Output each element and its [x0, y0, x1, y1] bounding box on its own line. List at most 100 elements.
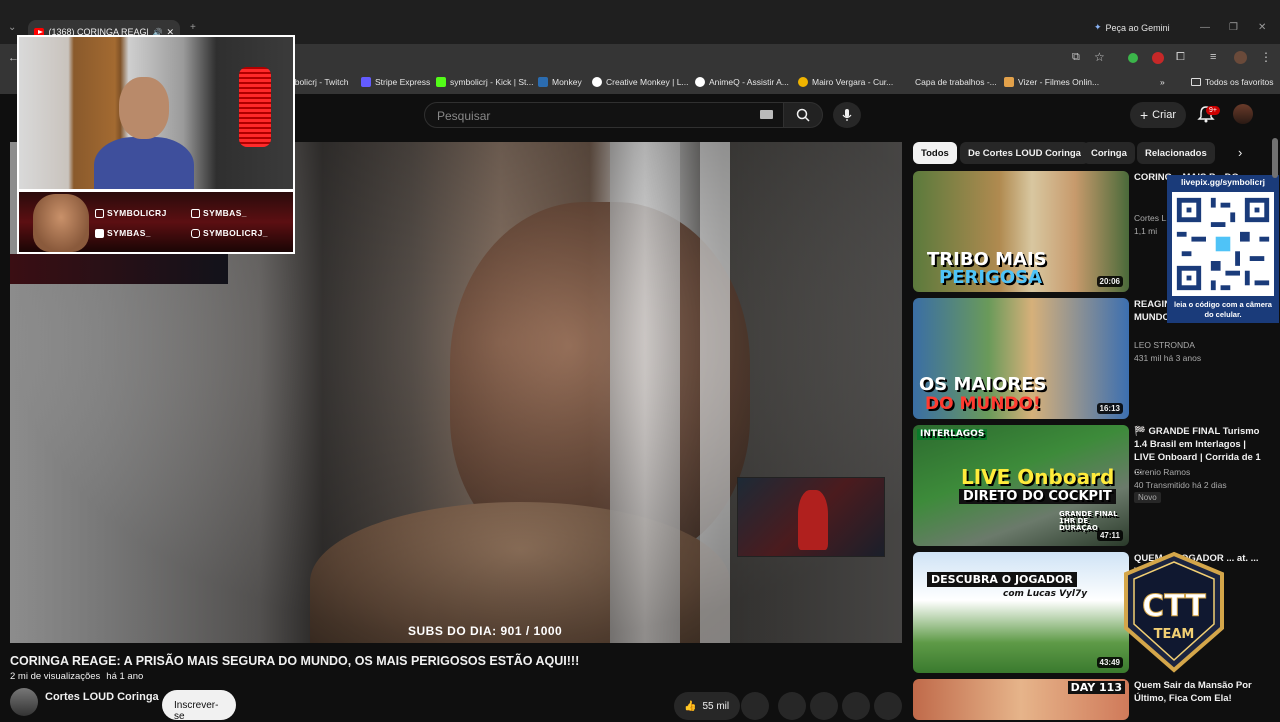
bookmark-stripe[interactable]: Stripe Express	[361, 77, 430, 87]
bookmark-label: Capa de trabalhos -...	[915, 77, 997, 87]
rec-stats: 40 Transmitido há 2 dias	[1134, 480, 1227, 490]
like-button[interactable]: 👍 55 mil	[674, 692, 740, 720]
bookmark-animeq[interactable]: AnimeQ - Assistir A...	[695, 77, 789, 87]
rec-stats: 1,1 mi	[1134, 226, 1158, 236]
chips-next-icon[interactable]: ›	[1238, 145, 1242, 160]
channel-name[interactable]: Cortes LOUD Coringa	[45, 691, 159, 703]
extensions-puzzle-icon[interactable]: ⧠	[1176, 51, 1185, 64]
kick-icon	[436, 77, 446, 87]
microphone-light	[239, 67, 271, 147]
chip-coringa[interactable]: Coringa	[1083, 142, 1135, 164]
extension-green-icon[interactable]	[1128, 53, 1138, 63]
channel-avatar[interactable]	[10, 688, 38, 716]
reaction-clip-overlay	[737, 477, 885, 557]
stripe-icon	[361, 77, 371, 87]
globe-icon	[695, 77, 705, 87]
joker-figure	[798, 490, 828, 550]
youtube-handle-label: SYMBAS_	[107, 228, 151, 238]
rec-thumbnail[interactable]: DESCUBRA O JOGADOR com Lucas Vyl7y 43:49	[913, 552, 1129, 673]
tab-list-icon[interactable]: ⌄	[8, 22, 16, 33]
download-button[interactable]	[842, 692, 870, 720]
new-tab-icon[interactable]: +	[190, 22, 196, 33]
thumbs-up-icon: 👍	[684, 700, 697, 712]
instagram-handle: SYMBOLICRJ_	[191, 228, 268, 238]
scrollbar-thumb[interactable]	[1272, 138, 1278, 178]
like-count: 55 mil	[702, 700, 730, 712]
rec-duration: 47:11	[1096, 530, 1123, 541]
rec-thumbnail[interactable]: INTERLAGOS LIVE Onboard DIRETO DO COCKPI…	[913, 425, 1129, 546]
ctt-team-logo: CTT TEAM	[1124, 551, 1224, 673]
gemini-button[interactable]: ✦ Peça ao Gemini	[1094, 22, 1170, 33]
ctt-logo-text: CTT	[1142, 589, 1206, 624]
search-input[interactable]: Pesquisar	[424, 102, 784, 128]
rec-thumbnail[interactable]: TRIBO MAIS PERIGOSA 20:06	[913, 171, 1129, 292]
keyboard-icon[interactable]	[760, 110, 773, 119]
chip-relacionados[interactable]: Relacionados	[1137, 142, 1215, 164]
subscribe-button[interactable]: Inscrever-se	[162, 690, 236, 722]
profile-avatar-icon[interactable]	[1234, 51, 1247, 64]
voice-search-button[interactable]	[833, 102, 861, 128]
search-placeholder: Pesquisar	[437, 109, 491, 123]
page-scrollbar[interactable]	[1272, 138, 1278, 698]
qr-code-icon	[1172, 192, 1274, 296]
all-bookmarks-folder[interactable]: Todos os favoritos	[1191, 77, 1274, 87]
more-actions-button[interactable]	[874, 692, 902, 720]
bookmark-star-icon[interactable]: ☆	[1094, 50, 1105, 64]
dislike-button[interactable]	[741, 692, 769, 720]
ctt-logo-team: TEAM	[1154, 627, 1195, 642]
vizer-icon	[1004, 77, 1014, 87]
bookmark-vizer[interactable]: Vizer - Filmes Onlin...	[1004, 77, 1099, 87]
share-button[interactable]	[778, 692, 806, 720]
new-badge: Novo	[1134, 492, 1161, 503]
bookmark-mairo[interactable]: Mairo Vergara - Cur...	[798, 77, 893, 87]
more-bookmarks[interactable]: »	[1160, 77, 1165, 87]
media-controls-icon[interactable]: ≡	[1210, 51, 1216, 63]
streamer	[94, 67, 194, 189]
account-avatar[interactable]	[1233, 104, 1253, 124]
rec-title[interactable]: Quem Sair da Mansão Por Último, Fica Com…	[1134, 679, 1264, 705]
twitch-handle: SYMBOLICRJ	[95, 208, 167, 218]
rec-thumbnail[interactable]: OS MAIORES DO MUNDO! 16:13	[913, 298, 1129, 419]
create-button[interactable]: + Criar	[1130, 102, 1186, 128]
rec-stats: 431 mil há 3 anos	[1134, 353, 1202, 363]
twitch-icon	[95, 208, 104, 218]
youtube-handle: SYMBAS_	[95, 228, 151, 238]
globe-icon	[592, 77, 602, 87]
view-count: 2 mi de visualizações	[10, 671, 101, 682]
subs-counter-overlay: SUBS DO DIA: 901 / 1000	[408, 624, 563, 638]
video-meta[interactable]: 2 mi de visualizações há 1 ano	[10, 671, 143, 682]
create-label: Criar	[1152, 109, 1177, 121]
rec-channel[interactable]: Cirenio Ramos	[1134, 467, 1190, 477]
save-button[interactable]	[810, 692, 838, 720]
bookmark-label: nbolicrj - Twitch	[290, 77, 349, 87]
rec-thumbnail[interactable]: DAY 113	[913, 679, 1129, 720]
overlay-ribbon	[10, 254, 228, 284]
chip-todos[interactable]: Todos	[913, 142, 957, 164]
search-button[interactable]	[783, 102, 823, 128]
instagram-icon	[191, 228, 200, 238]
restore-icon[interactable]: ❐	[1229, 22, 1238, 33]
bookmark-kick[interactable]: symbolicrj - Kick | St...	[436, 77, 533, 87]
bookmark-twitch[interactable]: nbolicrj - Twitch	[290, 77, 348, 87]
browser-menu-icon[interactable]: ⋮	[1260, 50, 1272, 64]
tiktok-handle-label: SYMBAS_	[203, 208, 247, 218]
bookmark-creative-monkey[interactable]: Creative Monkey | L...	[592, 77, 689, 87]
livepix-instructions: leia o código com a câmera do celular.	[1174, 300, 1272, 319]
rec-channel[interactable]: LEO STRONDA	[1134, 340, 1195, 350]
thumbnail-caption: LIVE Onboard	[961, 465, 1115, 489]
bookmark-capa[interactable]: Capa de trabalhos -...	[915, 77, 997, 87]
social-handles-overlay: SYMBOLICRJ SYMBAS_ SYMBAS_ SYMBOLICRJ_	[17, 190, 295, 254]
chip-cortes-loud-coringa[interactable]: De Cortes LOUD Coringa	[960, 142, 1089, 164]
streamer-face	[119, 77, 169, 139]
extension-red-icon[interactable]	[1152, 52, 1164, 64]
minimize-icon[interactable]: —	[1200, 22, 1210, 33]
twitch-handle-label: SYMBOLICRJ	[107, 208, 167, 218]
thumbnail-caption: OS MAIORES	[919, 374, 1047, 395]
bookmark-monkey[interactable]: Monkey	[538, 77, 582, 87]
tiktok-handle: SYMBAS_	[191, 208, 247, 218]
close-window-icon[interactable]: ✕	[1258, 22, 1266, 33]
thumbnail-caption: DIRETO DO COCKPIT	[959, 489, 1116, 504]
bookmark-label: symbolicrj - Kick | St...	[450, 77, 534, 87]
install-app-icon[interactable]: ⧉	[1072, 51, 1080, 64]
rec-duration: 20:06	[1096, 276, 1123, 287]
